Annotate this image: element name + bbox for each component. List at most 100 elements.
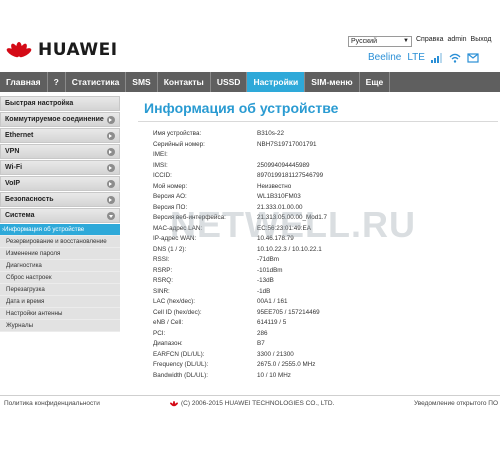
info-row-cell-id: Cell ID (hex/dec): 95EE705 / 157214469: [153, 308, 327, 319]
nav-more[interactable]: Еще: [360, 72, 391, 92]
info-value: 21.333.01.00.00: [257, 203, 303, 211]
user-name: admin: [447, 36, 467, 43]
info-row-frequency: Frequency (DL/UL): 2675.0 / 2555.0 MHz: [153, 360, 327, 371]
info-row-pci: PCI: 286: [153, 329, 327, 340]
info-value: B310s-22: [257, 130, 284, 137]
info-row-earfcn: EARFCN (DL/UL): 3300 / 21300: [153, 350, 327, 361]
submenu-change-password[interactable]: Изменение пароля: [0, 248, 120, 260]
sidebar-item-label: Ethernet: [5, 132, 34, 139]
info-value: Неизвестно: [257, 182, 292, 190]
info-row-iccid: ICCID: 8970199181127546799: [153, 171, 327, 182]
sidebar-item-label: VPN: [5, 148, 20, 155]
info-key: RSSI:: [153, 256, 170, 263]
expand-icon: [107, 180, 115, 188]
info-key: EARFCN (DL/UL):: [153, 350, 205, 358]
system-submenu: ›Информация об устройстве Резервирование…: [0, 224, 120, 332]
submenu-backup-restore[interactable]: Резервирование и восстановление: [0, 236, 120, 248]
info-row-web-version: Версия веб-интерфейса: 21.313.05.00.00_Mo…: [153, 213, 327, 224]
sidebar-item-quick-setup[interactable]: Быстрая настройка: [0, 96, 120, 111]
submenu-reboot[interactable]: Перезагрузка: [0, 284, 120, 296]
info-value: 10.46.178.79: [257, 235, 294, 242]
info-value: 10 / 10 MHz: [257, 371, 291, 379]
nav-contacts[interactable]: Контакты: [158, 72, 211, 92]
copyright: (C) 2006-2015 HUAWEI TECHNOLOGIES CO., L…: [169, 400, 334, 407]
info-key: IMEI:: [153, 151, 168, 158]
sidebar-item-label: Wi-Fi: [5, 164, 23, 171]
collapse-icon: [107, 212, 115, 220]
info-row-lan-mac: MAC-адрес LAN: EC:56:23:01:49:EA: [153, 224, 327, 235]
submenu-logs[interactable]: Журналы: [0, 320, 120, 332]
info-key: LAC (hex/dec):: [153, 298, 195, 305]
submenu-date-time[interactable]: Дата и время: [0, 296, 120, 308]
info-row-imsi: IMSI: 250994094445989: [153, 161, 327, 172]
network-type: LTE: [407, 52, 425, 63]
info-key: Версия веб-интерфейса:: [153, 214, 226, 221]
info-key: Версия АО:: [153, 193, 187, 200]
info-value: WL1B310FM03: [257, 193, 301, 200]
info-key: PCI:: [153, 329, 166, 337]
operator-name: Beeline: [368, 52, 402, 63]
brand-name: HUAWEI: [38, 40, 118, 60]
messages-icon[interactable]: [467, 52, 479, 63]
info-value: 95EE705 / 157214469: [257, 308, 320, 316]
logout-link[interactable]: Выход: [471, 36, 492, 43]
info-row-sw-version: Версия ПО: 21.333.01.00.00: [153, 203, 327, 214]
nav-statistics[interactable]: Статистика: [66, 72, 127, 92]
huawei-logo-icon: [5, 40, 33, 60]
main-nav: Главная ? Статистика SMS Контакты USSD Н…: [0, 72, 500, 92]
sidebar-item-ethernet[interactable]: Ethernet: [0, 128, 120, 143]
wifi-icon: [449, 53, 461, 63]
nav-sms[interactable]: SMS: [126, 72, 158, 92]
info-value: 10.10.22.3 / 10.10.22.1: [257, 245, 322, 253]
sidebar-item-security[interactable]: Безопасность: [0, 192, 120, 207]
info-key: DNS (1 / 2):: [153, 245, 187, 253]
nav-sim-menu[interactable]: SIM-меню: [305, 72, 360, 92]
submenu-device-info[interactable]: ›Информация об устройстве: [0, 224, 120, 236]
info-key: Bandwidth (DL/UL):: [153, 371, 208, 379]
info-row-rssi: RSSI: -71dBm: [153, 255, 327, 266]
info-key: ICCID:: [153, 172, 172, 179]
info-row-rsrq: RSRQ: -13dB: [153, 276, 327, 287]
info-value: EC:56:23:01:49:EA: [257, 224, 311, 232]
info-row-band: Диапазон: B7: [153, 339, 327, 350]
sidebar-item-vpn[interactable]: VPN: [0, 144, 120, 159]
expand-icon: [107, 164, 115, 172]
device-info-table: Имя устройства: B310s-22 Серийный номер: N…: [153, 129, 327, 381]
nav-ussd[interactable]: USSD: [211, 72, 248, 92]
info-row-enb-cell: eNB / Cell: 614119 / 5: [153, 318, 327, 329]
submenu-factory-reset[interactable]: Сброс настроек: [0, 272, 120, 284]
info-value: 2675.0 / 2555.0 MHz: [257, 361, 316, 368]
info-key: Cell ID (hex/dec):: [153, 308, 202, 316]
info-row-serial: Серийный номер: NBH7S19717001791: [153, 140, 327, 151]
sidebar-item-wifi[interactable]: Wi-Fi: [0, 160, 120, 175]
sidebar-item-system[interactable]: Система: [0, 208, 120, 223]
expand-icon: [107, 196, 115, 204]
submenu-antenna-settings[interactable]: Настройки антенны: [0, 308, 120, 320]
info-value: 286: [257, 329, 268, 337]
sidebar-item-label: VoIP: [5, 180, 21, 187]
signal-strength-icon: [430, 52, 442, 63]
info-row-bandwidth: Bandwidth (DL/UL): 10 / 10 MHz: [153, 371, 327, 382]
sidebar-item-label: Безопасность: [5, 196, 54, 203]
sidebar-item-voip[interactable]: VoIP: [0, 176, 120, 191]
info-key: Серийный номер:: [153, 140, 205, 148]
sidebar-item-dialup[interactable]: Коммутируемое соединение: [0, 112, 120, 127]
language-select[interactable]: Русский ▼: [348, 36, 412, 47]
expand-icon: [107, 116, 115, 124]
info-value: 21.313.05.00.00_Mod1.7: [257, 214, 328, 221]
info-key: RSRP:: [153, 266, 173, 274]
submenu-diagnostics[interactable]: Диагностика: [0, 260, 120, 272]
nav-home[interactable]: Главная: [0, 72, 48, 92]
open-source-notice-link[interactable]: Уведомление открытого ПО: [414, 400, 498, 407]
nav-settings[interactable]: Настройки: [247, 72, 306, 92]
info-value: 3300 / 21300: [257, 350, 294, 358]
huawei-mini-logo-icon: [169, 400, 179, 407]
info-value: -71dBm: [257, 256, 280, 263]
sidebar-item-label: Система: [5, 212, 35, 219]
status-row: Beeline LTE: [368, 52, 479, 63]
help-link[interactable]: Справка: [416, 36, 443, 43]
privacy-policy-link[interactable]: Политика конфиденциальности: [4, 400, 100, 407]
nav-help[interactable]: ?: [48, 72, 66, 92]
info-row-lac: LAC (hex/dec): 00A1 / 161: [153, 297, 327, 308]
info-row-hw-version: Версия АО: WL1B310FM03: [153, 192, 327, 203]
